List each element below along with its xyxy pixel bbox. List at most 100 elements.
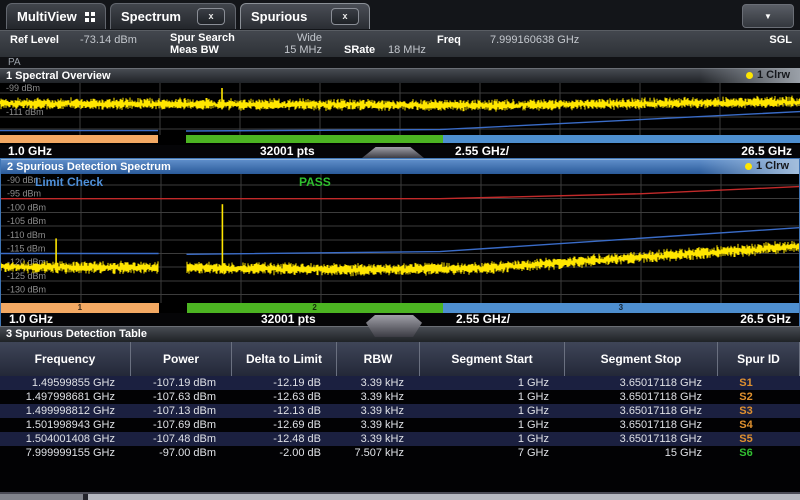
panel2-header[interactable]: 2 Spurious Detection Spectrum 1 Clrw: [1, 159, 799, 174]
splitter-handle[interactable]: [366, 315, 422, 337]
freq-value[interactable]: 7.999160638 GHz: [490, 34, 579, 46]
srate-label[interactable]: SRate: [344, 44, 375, 56]
softkey-bar-segment[interactable]: [0, 494, 88, 500]
column-header-segment-stop[interactable]: Segment Stop: [565, 342, 718, 376]
table-cell: 15 GHz: [565, 446, 718, 460]
column-header-frequency[interactable]: Frequency: [0, 342, 131, 376]
table-row[interactable]: 1.497998681 GHz-107.63 dBm-12.63 dB3.39 …: [0, 390, 800, 404]
panel1-header[interactable]: 1 Spectral Overview 1 Clrw: [0, 68, 800, 83]
table-cell: 3.39 kHz: [337, 376, 420, 390]
table-cell: 3.65017118 GHz: [565, 432, 718, 446]
table-cell: 1 GHz: [420, 390, 565, 404]
limit-check-label: Limit Check: [35, 175, 103, 189]
svg-text:-130 dBm: -130 dBm: [7, 285, 46, 295]
table-cell: S3: [718, 404, 800, 418]
axis-stop-freq: 26.5 GHz: [741, 145, 792, 158]
table-row[interactable]: 7.999999155 GHz-97.00 dBm-2.00 dB7.507 k…: [0, 446, 800, 460]
column-header-rbw[interactable]: RBW: [337, 342, 420, 376]
table-cell: -2.00 dB: [232, 446, 337, 460]
svg-text:-111 dBm: -111 dBm: [6, 107, 44, 117]
table-cell: 7.507 kHz: [337, 446, 420, 460]
panel1-title: 1 Spectral Overview: [6, 70, 111, 82]
table-cell: 7.999999155 GHz: [0, 446, 131, 460]
table-cell: -107.48 dBm: [131, 432, 232, 446]
panel2-trace-legend[interactable]: 1 Clrw: [699, 159, 799, 174]
tab-multiview[interactable]: MultiView: [6, 3, 106, 29]
panel2-chart: -90 dBm-95 dBm-100 dBm-105 dBm-110 dBm-1…: [1, 174, 799, 303]
axis-scale-per-div: 2.55 GHz/: [455, 145, 509, 158]
table-header-row: FrequencyPowerDelta to LimitRBWSegment S…: [0, 342, 800, 376]
tab-dropdown-button[interactable]: ▼: [742, 4, 794, 28]
axis-sweep-points: 32001 pts: [261, 313, 316, 326]
svg-text:-110 dBm: -110 dBm: [7, 230, 45, 240]
settings-bar: Ref Level -73.14 dBm Spur Search Meas BW…: [0, 30, 800, 57]
close-tab-icon[interactable]: x: [331, 8, 359, 25]
svg-text:-100 dBm: -100 dBm: [7, 202, 46, 212]
table-cell: 1.499998812 GHz: [0, 404, 131, 418]
table-cell: -12.69 dB: [232, 418, 337, 432]
table-row[interactable]: 1.504001408 GHz-107.48 dBm-12.48 dB3.39 …: [0, 432, 800, 446]
svg-text:-125 dBm: -125 dBm: [7, 271, 46, 281]
panel-spurious-spectrum[interactable]: 2 Spurious Detection Spectrum 1 Clrw Lim…: [0, 158, 800, 326]
close-tab-icon[interactable]: x: [197, 8, 225, 25]
trace1-color-icon: [746, 72, 753, 79]
softkey-bar-edge[interactable]: [0, 492, 800, 500]
meas-bw-label-2[interactable]: Meas BW: [170, 44, 219, 56]
svg-text:-95 dBm: -95 dBm: [7, 189, 41, 199]
table-cell: S5: [718, 432, 800, 446]
table-cell: 7 GHz: [420, 446, 565, 460]
svg-text:-115 dBm: -115 dBm: [7, 244, 45, 254]
table-row[interactable]: 1.499998812 GHz-107.13 dBm-12.13 dB3.39 …: [0, 404, 800, 418]
table-cell: S1: [718, 376, 800, 390]
svg-text:-99 dBm: -99 dBm: [6, 83, 40, 93]
column-header-power[interactable]: Power: [131, 342, 232, 376]
meas-bw-value[interactable]: 15 MHz: [260, 44, 322, 56]
table-cell: 3.39 kHz: [337, 418, 420, 432]
column-header-spur-id[interactable]: Spur ID: [718, 342, 800, 376]
freq-label[interactable]: Freq: [437, 34, 461, 46]
table-row[interactable]: 1.49599855 GHz-107.19 dBm-12.19 dB3.39 k…: [0, 376, 800, 390]
tab-multiview-label: MultiView: [17, 9, 77, 24]
table-cell: 1.49599855 GHz: [0, 376, 131, 390]
meas-bw-label-1[interactable]: Spur Search: [170, 32, 235, 44]
axis-start-freq: 1.0 GHz: [9, 313, 53, 326]
table-cell: -107.63 dBm: [131, 390, 232, 404]
panel-spectral-overview[interactable]: 1 Spectral Overview 1 Clrw -99 dBm -111 d…: [0, 68, 800, 158]
axis-stop-freq: 26.5 GHz: [740, 313, 791, 326]
srate-value[interactable]: 18 MHz: [388, 44, 426, 56]
tab-bar: MultiView Spectrum x Spurious x ▼: [0, 0, 800, 30]
panel1-trace-legend[interactable]: 1 Clrw: [700, 68, 800, 83]
table-cell: 1.497998681 GHz: [0, 390, 131, 404]
segment-bar-1: [0, 135, 158, 143]
tab-spectrum[interactable]: Spectrum x: [110, 3, 236, 29]
table-cell: 1 GHz: [420, 432, 565, 446]
svg-text:-105 dBm: -105 dBm: [7, 216, 46, 226]
trace1-color-icon: [745, 163, 752, 170]
panel1-chart: -99 dBm -111 dBm: [0, 83, 800, 135]
ref-level-label[interactable]: Ref Level: [10, 34, 59, 46]
table-cell: 3.65017118 GHz: [565, 418, 718, 432]
tab-spurious[interactable]: Spurious x: [240, 3, 370, 29]
meas-bw-mode[interactable]: Wide: [260, 32, 322, 44]
table-cell: 3.65017118 GHz: [565, 376, 718, 390]
segment-bar-2: [186, 135, 443, 143]
table-cell: 1 GHz: [420, 404, 565, 418]
table-row[interactable]: 1.501998943 GHz-107.69 dBm-12.69 dB3.39 …: [0, 418, 800, 432]
column-header-segment-start[interactable]: Segment Start: [420, 342, 565, 376]
column-header-delta-to-limit[interactable]: Delta to Limit: [232, 342, 337, 376]
table-cell: 3.39 kHz: [337, 404, 420, 418]
tab-spectrum-label: Spectrum: [121, 9, 181, 24]
table-cell: -12.48 dB: [232, 432, 337, 446]
table-cell: 1 GHz: [420, 376, 565, 390]
table-cell: S2: [718, 390, 800, 404]
table-cell: 3.65017118 GHz: [565, 390, 718, 404]
table-cell: -12.13 dB: [232, 404, 337, 418]
tab-spurious-label: Spurious: [251, 9, 307, 24]
ref-level-value[interactable]: -73.14 dBm: [80, 34, 137, 46]
table-cell: -97.00 dBm: [131, 446, 232, 460]
single-sweep-badge: SGL: [769, 34, 792, 46]
axis-sweep-points: 32001 pts: [260, 145, 315, 158]
table-cell: -107.13 dBm: [131, 404, 232, 418]
table-cell: 3.65017118 GHz: [565, 404, 718, 418]
panel1-segment-bar: [0, 135, 800, 143]
